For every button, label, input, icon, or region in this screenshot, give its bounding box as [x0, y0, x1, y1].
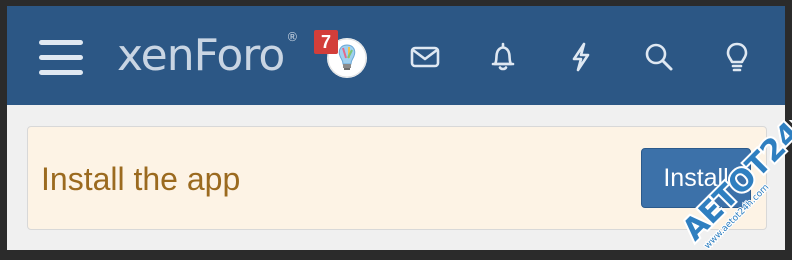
lightbulb-icon[interactable]: [720, 40, 754, 74]
bolt-icon[interactable]: [564, 40, 598, 74]
search-icon[interactable]: [642, 40, 676, 74]
notification-badge[interactable]: 7: [314, 30, 338, 54]
header-bar: xenForo ® 7: [7, 6, 785, 105]
app-frame: xenForo ® 7 Install the app Install: [7, 6, 785, 250]
logo-registered-mark: ®: [286, 30, 298, 44]
menu-icon[interactable]: [39, 40, 83, 76]
logo-text: xenForo: [117, 30, 285, 81]
bell-icon[interactable]: [486, 40, 520, 74]
mail-icon[interactable]: [408, 40, 442, 74]
install-app-banner: Install the app Install: [27, 126, 767, 230]
install-button[interactable]: Install: [641, 148, 751, 208]
install-message: Install the app: [41, 161, 241, 197]
user-account[interactable]: 7: [314, 30, 367, 78]
logo[interactable]: xenForo ®: [117, 30, 298, 81]
